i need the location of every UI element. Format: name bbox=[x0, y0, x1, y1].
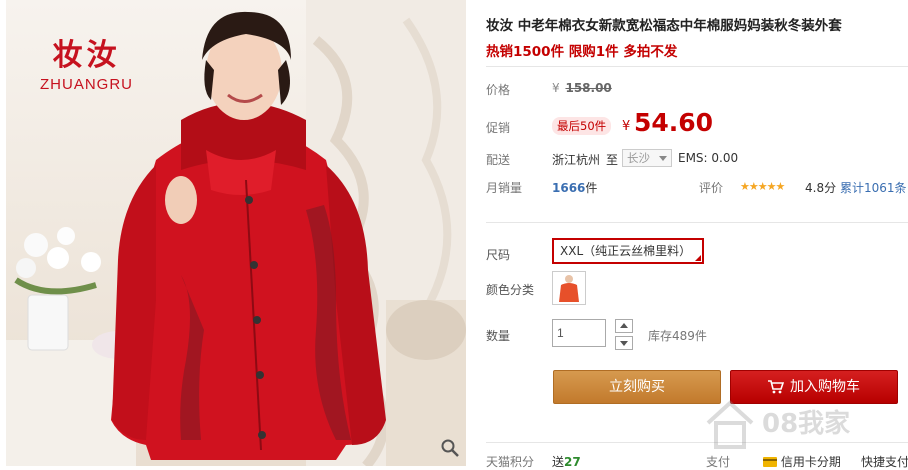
size-label: 尺码 bbox=[486, 248, 511, 262]
last-items-badge: 最后50件 bbox=[552, 117, 612, 135]
chevron-down-icon bbox=[659, 156, 667, 161]
house-logo-icon bbox=[706, 400, 754, 449]
original-price: ¥ 158.00 bbox=[552, 81, 612, 95]
buy-now-button[interactable]: 立刻购买 bbox=[553, 370, 721, 404]
size-option-text: XXL（纯正云丝棉里料） bbox=[560, 244, 692, 258]
divider bbox=[486, 66, 908, 67]
quick-pay-label: 快捷支付 bbox=[861, 455, 908, 469]
rating-label: 评价 bbox=[699, 181, 724, 195]
original-price-value: 158.00 bbox=[565, 81, 612, 95]
quantity-input[interactable] bbox=[552, 319, 606, 347]
payment-label: 支付 bbox=[706, 455, 731, 469]
brand-name-zh: 妆汝 bbox=[52, 38, 121, 73]
buy-now-label: 立刻购买 bbox=[609, 379, 665, 395]
tmall-points: 送27 bbox=[552, 453, 581, 470]
color-option-thumbnail[interactable] bbox=[552, 271, 586, 305]
review-count-link[interactable]: 累计1061条 bbox=[840, 179, 907, 196]
quantity-decrease-button[interactable] bbox=[615, 336, 633, 350]
watermark-text: 08我家 bbox=[762, 409, 851, 439]
stock-count: 库存489件 bbox=[648, 329, 707, 343]
size-option-selected[interactable]: XXL（纯正云丝棉里料） bbox=[552, 238, 704, 264]
destination-city-select[interactable]: 长沙 bbox=[622, 149, 672, 167]
ship-from-location: 浙江杭州 bbox=[552, 153, 601, 167]
quantity-label: 数量 bbox=[486, 329, 511, 343]
price-label: 价格 bbox=[486, 83, 511, 97]
promo-price-currency: ¥ bbox=[622, 119, 631, 134]
quantity-increase-button[interactable] bbox=[615, 319, 633, 333]
product-image[interactable]: 妆汝 ZHUANGRU bbox=[6, 0, 466, 466]
selected-check-icon bbox=[695, 255, 701, 261]
rating-score: 4.8分 bbox=[805, 181, 837, 195]
brand-logo: 妆汝 ZHUANGRU bbox=[40, 30, 133, 93]
shipping-label: 配送 bbox=[486, 153, 511, 167]
monthly-sales-unit: 件 bbox=[585, 181, 598, 195]
site-watermark: 08我家 bbox=[700, 395, 900, 455]
destination-city-value: 长沙 bbox=[627, 151, 650, 165]
product-title: 妆汝 中老年棉衣女新款宽松福态中年棉服妈妈装秋冬装外套 bbox=[486, 18, 842, 34]
monthly-sales-label: 月销量 bbox=[486, 181, 523, 195]
monthly-sales-count: 1666 bbox=[552, 181, 586, 195]
color-label: 颜色分类 bbox=[486, 283, 535, 297]
promotion-label: 促销 bbox=[486, 121, 511, 135]
tmall-points-label: 天猫积分 bbox=[486, 455, 535, 469]
ship-to-label: 至 bbox=[606, 153, 619, 167]
shopping-cart-icon bbox=[768, 380, 785, 394]
promo-price-value: 54.60 bbox=[634, 108, 714, 137]
rating-stars-icon: ★★★★★ bbox=[740, 180, 785, 193]
zoom-magnifier-icon[interactable] bbox=[440, 438, 460, 458]
add-to-cart-label: 加入购物车 bbox=[790, 379, 860, 395]
ems-fee: EMS: 0.00 bbox=[678, 151, 739, 165]
points-value: 27 bbox=[564, 455, 581, 469]
credit-installment[interactable]: 信用卡分期 bbox=[763, 453, 841, 470]
product-promo-text: 热销1500件 限购1件 多拍不发 bbox=[486, 44, 678, 60]
coat-thumbnail-icon bbox=[559, 275, 579, 302]
credit-installment-label: 信用卡分期 bbox=[780, 455, 841, 469]
brand-name-en: ZHUANGRU bbox=[40, 76, 133, 93]
original-price-currency: ¥ bbox=[552, 81, 560, 95]
points-prefix: 送 bbox=[552, 455, 565, 469]
divider bbox=[486, 222, 908, 223]
monthly-sales: 1666件 bbox=[552, 179, 597, 196]
